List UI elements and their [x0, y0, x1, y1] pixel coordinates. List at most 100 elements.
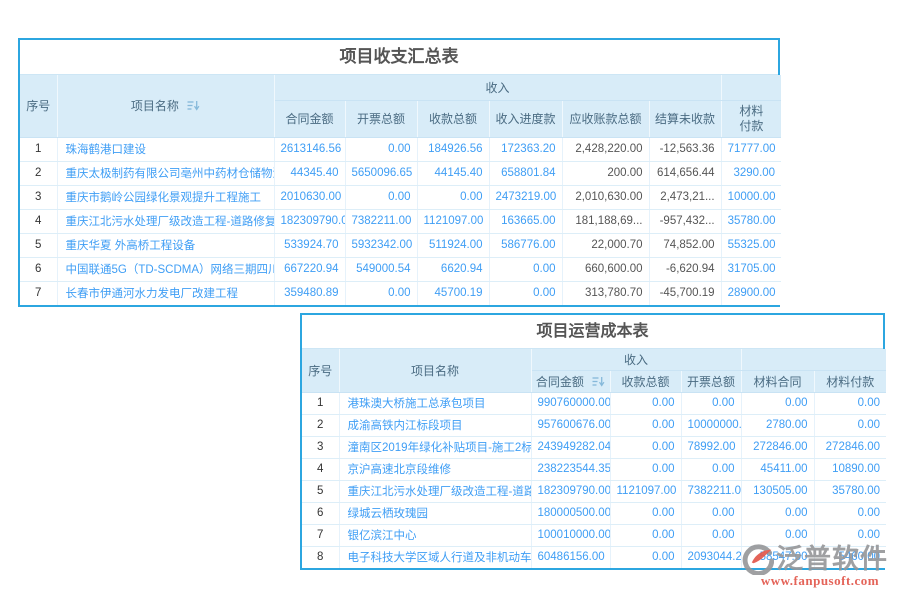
value-cell: 3290.00 [721, 161, 781, 185]
value-cell: 0.00 [681, 458, 741, 480]
summary-table-header: 序号 项目名称 收入 [20, 75, 781, 137]
value-cell: 28900.00 [721, 281, 781, 305]
value-cell: 359480.89 [274, 281, 345, 305]
table-row: 1港珠澳大桥施工总承包项目990760000.000.000.000.000.0… [302, 392, 886, 414]
value-cell: 0.00 [610, 436, 681, 458]
value-cell: 2093044.22 [681, 546, 741, 568]
value-cell: 2,010,630.00 [562, 185, 649, 209]
col-header-project-name: 项目名称 [339, 349, 531, 392]
col-header-index: 序号 [20, 75, 57, 137]
value-cell: 2,428,220.00 [562, 137, 649, 161]
col-header-project-name[interactable]: 项目名称 [57, 75, 274, 137]
col-header-invoiced-total: 开票总额 [345, 100, 417, 137]
col-group-income: 收入 [531, 349, 741, 370]
value-cell: 172363.20 [489, 137, 562, 161]
project-name-cell[interactable]: 电子科技大学区域人行道及非机动车道工 [339, 546, 531, 568]
value-cell: 1121097.00 [417, 209, 489, 233]
project-name-cell[interactable]: 重庆江北污水处理厂级改造工程-道路修复 [339, 480, 531, 502]
cost-table-card: 项目运营成本表 序号 项目名称 收入 合同金额 [300, 313, 885, 570]
table-row: 8电子科技大学区域人行道及非机动车道工60486156.000.00209304… [302, 546, 886, 568]
col-group-empty [741, 349, 886, 370]
row-index-cell: 1 [20, 137, 57, 161]
value-cell: -12,563.36 [649, 137, 721, 161]
row-index-cell: 6 [20, 257, 57, 281]
value-cell: 586776.00 [489, 233, 562, 257]
value-cell: 184926.56 [417, 137, 489, 161]
table-row: 5重庆江北污水处理厂级改造工程-道路修复182309790.001121097.… [302, 480, 886, 502]
col-group-income: 收入 [274, 75, 721, 100]
col-header-contract-amount-label: 合同金额 [536, 375, 584, 389]
value-cell: 0.00 [681, 524, 741, 546]
project-name-cell[interactable]: 珠海鹤港口建设 [57, 137, 274, 161]
table-row: 6中国联通5G（TD-SCDMA）网络三期四川工667220.94549000.… [20, 257, 781, 281]
col-header-contract-amount[interactable]: 合同金额 [531, 370, 610, 392]
cost-table-body: 1港珠澳大桥施工总承包项目990760000.000.000.000.000.0… [302, 392, 886, 568]
value-cell: 78992.00 [681, 436, 741, 458]
value-cell: 0.00 [417, 185, 489, 209]
col-header-progress-payment: 收入进度款 [489, 100, 562, 137]
value-cell: -45,700.19 [649, 281, 721, 305]
table-row: 2重庆太极制药有限公司亳州中药材仓储物流44345.405650096.6544… [20, 161, 781, 185]
value-cell: -957,432... [649, 209, 721, 233]
summary-table-title: 项目收支汇总表 [20, 40, 778, 75]
project-name-cell[interactable]: 港珠澳大桥施工总承包项目 [339, 392, 531, 414]
project-name-cell[interactable]: 重庆华夏 外高桥工程设备 [57, 233, 274, 257]
col-header-receivable-total: 应收账款总额 [562, 100, 649, 137]
project-name-cell[interactable]: 重庆市鹅岭公园绿化景观提升工程施工 [57, 185, 274, 209]
sort-icon[interactable] [187, 100, 200, 111]
table-row: 3重庆市鹅岭公园绿化景观提升工程施工2010630.000.000.002473… [20, 185, 781, 209]
row-index-cell: 2 [20, 161, 57, 185]
value-cell: 0.00 [741, 392, 814, 414]
sort-icon[interactable] [592, 376, 605, 387]
project-name-cell[interactable]: 重庆江北污水处理厂级改造工程-道路修复工 [57, 209, 274, 233]
row-index-cell: 7 [20, 281, 57, 305]
value-cell: 0.00 [610, 524, 681, 546]
value-cell: 667220.94 [274, 257, 345, 281]
value-cell: 614,656.44 [649, 161, 721, 185]
col-header-index: 序号 [302, 349, 339, 392]
summary-table-card: 项目收支汇总表 序号 项目名称 [18, 38, 780, 307]
value-cell: -6,620.94 [649, 257, 721, 281]
value-cell: 0.00 [345, 137, 417, 161]
value-cell: 130505.00 [741, 480, 814, 502]
project-name-cell[interactable]: 中国联通5G（TD-SCDMA）网络三期四川工 [57, 257, 274, 281]
row-index-cell: 3 [302, 436, 339, 458]
project-name-cell[interactable]: 潼南区2019年绿化补贴项目-施工2标段 [339, 436, 531, 458]
value-cell: 2,473,21... [649, 185, 721, 209]
watermark-url-text: www.fanpusoft.com [742, 573, 898, 589]
value-cell: 2613146.56 [274, 137, 345, 161]
project-name-cell[interactable]: 成渝高铁内江标段项目 [339, 414, 531, 436]
value-cell: 0.00 [345, 185, 417, 209]
value-cell: 0.00 [741, 524, 814, 546]
value-cell: 44345.40 [274, 161, 345, 185]
value-cell: 2780.00 [741, 414, 814, 436]
project-name-cell[interactable]: 重庆太极制药有限公司亳州中药材仓储物流 [57, 161, 274, 185]
value-cell: 0.00 [681, 502, 741, 524]
table-row: 1珠海鹤港口建设2613146.560.00184926.56172363.20… [20, 137, 781, 161]
table-row: 4京沪高速北京段维修238223544.350.000.0045411.0010… [302, 458, 886, 480]
value-cell: 957600676.00 [531, 414, 610, 436]
project-name-cell[interactable]: 京沪高速北京段维修 [339, 458, 531, 480]
value-cell: 71777.00 [721, 137, 781, 161]
table-row: 7长春市伊通河水力发电厂改建工程359480.890.0045700.190.0… [20, 281, 781, 305]
value-cell: 0.00 [741, 502, 814, 524]
value-cell: 272846.00 [814, 436, 886, 458]
row-index-cell: 4 [20, 209, 57, 233]
value-cell: 7382211.00 [681, 480, 741, 502]
summary-table: 序号 项目名称 收入 [20, 75, 781, 305]
cost-table-title: 项目运营成本表 [302, 315, 883, 349]
col-header-received-total: 收款总额 [610, 370, 681, 392]
value-cell: 0.00 [814, 392, 886, 414]
value-cell: 58547.00 [741, 546, 814, 568]
value-cell: 272846.00 [741, 436, 814, 458]
project-name-cell[interactable]: 长春市伊通河水力发电厂改建工程 [57, 281, 274, 305]
project-name-cell[interactable]: 绿城云栖玫瑰园 [339, 502, 531, 524]
value-cell: 180000500.00 [531, 502, 610, 524]
value-cell: 31705.00 [721, 257, 781, 281]
cost-table-header: 序号 项目名称 收入 合同金额 [302, 349, 886, 392]
value-cell: 511924.00 [417, 233, 489, 257]
col-header-invoiced-total: 开票总额 [681, 370, 741, 392]
value-cell: 35780.00 [721, 209, 781, 233]
project-name-cell[interactable]: 银亿滨江中心 [339, 524, 531, 546]
value-cell: 44145.40 [417, 161, 489, 185]
